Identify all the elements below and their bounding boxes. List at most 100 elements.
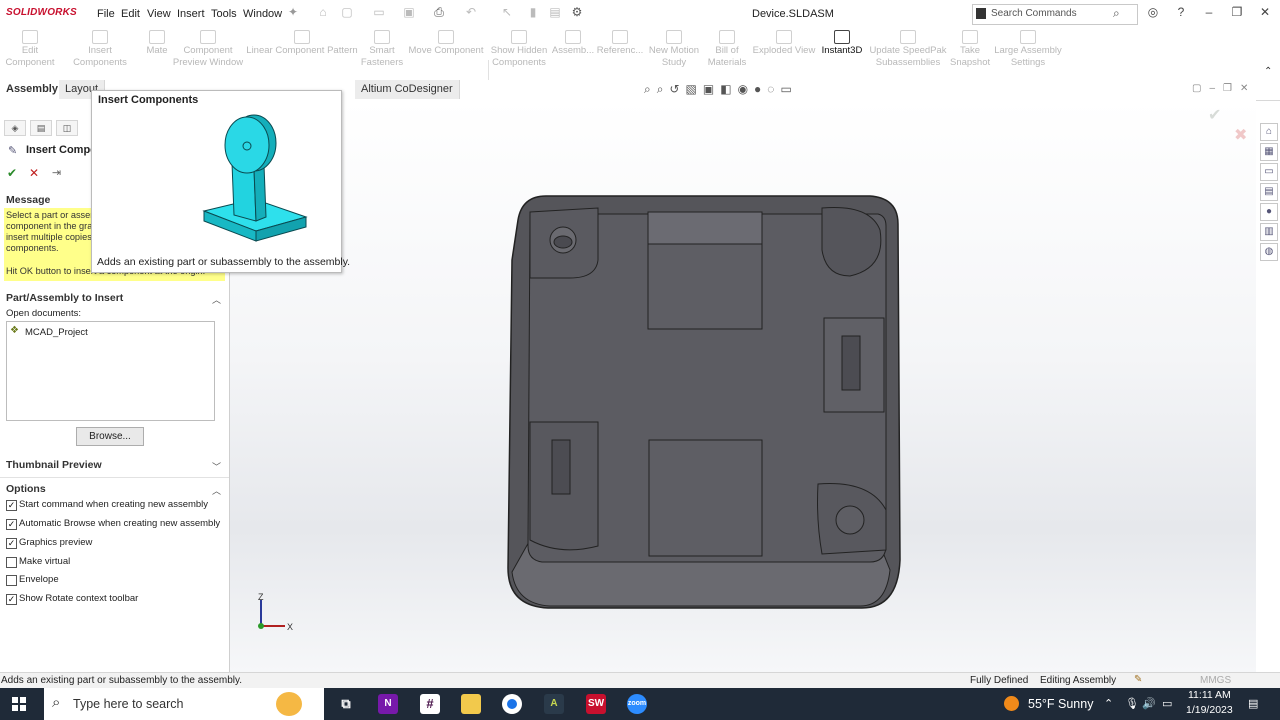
menu-insert[interactable]: Insert <box>177 8 205 20</box>
open-icon[interactable]: ▭ <box>372 5 386 19</box>
take-snapshot-button[interactable]: Take Snapshot <box>950 30 990 69</box>
chrome-icon[interactable] <box>502 694 522 714</box>
windows-start-icon[interactable] <box>12 697 26 711</box>
search-commands-input[interactable]: Search Commands ⌕ <box>972 4 1138 25</box>
menu-view[interactable]: View <box>147 8 171 20</box>
solidworks-resources-icon[interactable]: ⌂ <box>1260 123 1278 141</box>
assembly-features-button[interactable]: Assemb... <box>550 30 596 57</box>
display-monitor-icon[interactable]: ▭ <box>780 82 797 96</box>
checkbox-unchecked[interactable] <box>6 557 17 568</box>
home-icon[interactable]: ⌂ <box>316 5 330 19</box>
smart-fasteners-button[interactable]: Smart Fasteners <box>360 30 404 69</box>
ok-check-icon[interactable]: ✔ <box>7 166 17 180</box>
show-hidden-button[interactable]: Show Hidden Components <box>490 30 548 69</box>
view-orientation-icon[interactable]: ▣ <box>703 82 720 96</box>
design-library-icon[interactable]: ▦ <box>1260 143 1278 161</box>
insert-components-button[interactable]: Insert Components <box>60 30 140 69</box>
previous-view-icon[interactable]: ↺ <box>669 82 685 96</box>
menu-file[interactable]: File <box>97 8 115 20</box>
propertymanager-tab-icon[interactable]: ▤ <box>30 120 52 136</box>
graphics-area[interactable]: Z X ✔ ✖ <box>230 100 1256 672</box>
help-icon[interactable]: ? <box>1174 5 1188 19</box>
taskbar-search-box[interactable]: ⌕ Type here to search <box>44 688 324 720</box>
search-icon[interactable]: ⌕ <box>1113 6 1120 21</box>
scene-icon[interactable]: ◌ <box>767 82 780 96</box>
open-documents-list[interactable]: ❖ MCAD_Project <box>6 321 215 421</box>
appearance-icon[interactable]: ● <box>754 82 767 96</box>
doc-minimize-icon[interactable]: – <box>1209 83 1223 94</box>
minimize-icon[interactable]: – <box>1202 5 1216 19</box>
weather-text[interactable]: 55°F Sunny <box>1028 697 1093 711</box>
new-document-icon[interactable]: ▢ <box>340 5 354 19</box>
appearances-icon[interactable]: ● <box>1260 203 1278 221</box>
display-style-icon[interactable]: ◧ <box>720 82 737 96</box>
altium-icon[interactable]: A <box>544 694 564 714</box>
window-controls[interactable]: ▢–❐✕ <box>1192 83 1256 94</box>
close-icon[interactable]: ✕ <box>1258 5 1272 19</box>
menu-edit[interactable]: Edit <box>121 8 140 20</box>
clock-time[interactable]: 11:11 AM <box>1188 689 1231 701</box>
browse-button[interactable]: Browse... <box>76 427 144 446</box>
chevron-up-icon[interactable]: ︿ <box>212 484 221 497</box>
speaker-icon[interactable]: 🔊 <box>1142 697 1156 710</box>
new-motion-study-button[interactable]: New Motion Study <box>646 30 702 69</box>
rebuild-icon[interactable]: ▮ <box>526 5 540 19</box>
unit-system[interactable]: MMGS <box>1200 675 1231 686</box>
file-explorer-taskbar-icon[interactable] <box>461 694 481 714</box>
exploded-view-button[interactable]: Exploded View <box>752 30 816 57</box>
user-account-icon[interactable]: ◎ <box>1146 5 1160 19</box>
onenote-icon[interactable]: N <box>378 694 398 714</box>
tab-altium-codesigner[interactable]: Altium CoDesigner <box>355 80 460 99</box>
collapse-ribbon-icon[interactable]: ⌃ <box>1264 66 1272 77</box>
cancel-x-icon[interactable]: ✕ <box>29 166 39 180</box>
chevron-down-icon[interactable]: ﹀ <box>212 460 221 473</box>
solidworks-forum-icon[interactable]: ◍ <box>1260 243 1278 261</box>
doc-close-icon[interactable]: ✕ <box>1240 83 1256 94</box>
search-highlight-icon[interactable] <box>276 692 302 716</box>
edit-component-button[interactable]: Edit Component <box>2 30 58 69</box>
select-icon[interactable]: ↖ <box>500 5 514 19</box>
clock-date[interactable]: 1/19/2023 <box>1186 704 1233 716</box>
checkbox-checked[interactable]: ✓ <box>6 500 17 511</box>
file-properties-icon[interactable]: ▤ <box>548 5 562 19</box>
microphone-icon[interactable]: 🎙 <box>1125 697 1139 710</box>
doc-restore-icon[interactable]: ❐ <box>1223 83 1240 94</box>
checkbox-checked[interactable]: ✓ <box>6 519 17 530</box>
checkbox-checked[interactable]: ✓ <box>6 594 17 605</box>
restore-icon[interactable]: ❐ <box>1230 5 1244 19</box>
undo-icon[interactable]: ↶ <box>464 5 478 19</box>
zoom-icon[interactable]: zoom <box>627 694 647 714</box>
reference-geometry-button[interactable]: Referenc... <box>596 30 644 57</box>
move-component-button[interactable]: Move Component <box>406 30 486 57</box>
hide-show-icon[interactable]: ◉ <box>738 82 754 96</box>
slack-icon[interactable]: # <box>420 694 440 714</box>
file-explorer-icon[interactable]: ▭ <box>1260 163 1278 181</box>
show-hidden-icons-icon[interactable]: ⌃ <box>1104 697 1113 710</box>
mate-button[interactable]: Mate <box>142 30 172 57</box>
battery-icon[interactable]: ▭ <box>1162 697 1172 710</box>
tab-assembly[interactable]: Assembly <box>0 80 65 99</box>
part-assembly-header[interactable]: Part/Assembly to Insert <box>6 292 123 304</box>
weather-sun-icon[interactable] <box>1004 696 1019 711</box>
options-gear-icon[interactable]: ⚙ <box>570 5 584 19</box>
solidworks-taskbar-icon[interactable]: SW <box>586 694 606 714</box>
configurationmanager-tab-icon[interactable]: ◫ <box>56 120 78 136</box>
menu-tools[interactable]: Tools <box>211 8 237 20</box>
pin-icon[interactable]: ✦ <box>286 5 300 19</box>
list-item[interactable]: MCAD_Project <box>25 327 88 338</box>
featuremanager-tab-icon[interactable]: ◈ <box>4 120 26 136</box>
bill-of-materials-button[interactable]: Bill of Materials <box>704 30 750 69</box>
view-palette-icon[interactable]: ▤ <box>1260 183 1278 201</box>
checkbox-checked[interactable]: ✓ <box>6 538 17 549</box>
section-view-icon[interactable]: ▧ <box>686 82 703 96</box>
tile-icon[interactable]: ▢ <box>1192 83 1209 94</box>
instant3d-button[interactable]: Instant3D <box>818 30 866 57</box>
thumbnail-preview-header[interactable]: Thumbnail Preview <box>6 459 102 471</box>
heads-up-view-toolbar[interactable]: ⌕⌕↺▧▣◧◉●◌▭ <box>644 82 798 97</box>
notifications-icon[interactable]: ▤ <box>1248 697 1258 710</box>
custom-properties-icon[interactable]: ▥ <box>1260 223 1278 241</box>
large-assembly-settings-button[interactable]: Large Assembly Settings <box>992 30 1064 69</box>
zoom-area-icon[interactable]: ⌕ <box>657 82 670 96</box>
menu-window[interactable]: Window <box>243 8 282 20</box>
model-viewport[interactable]: Z X ✔ ✖ <box>230 100 1256 672</box>
